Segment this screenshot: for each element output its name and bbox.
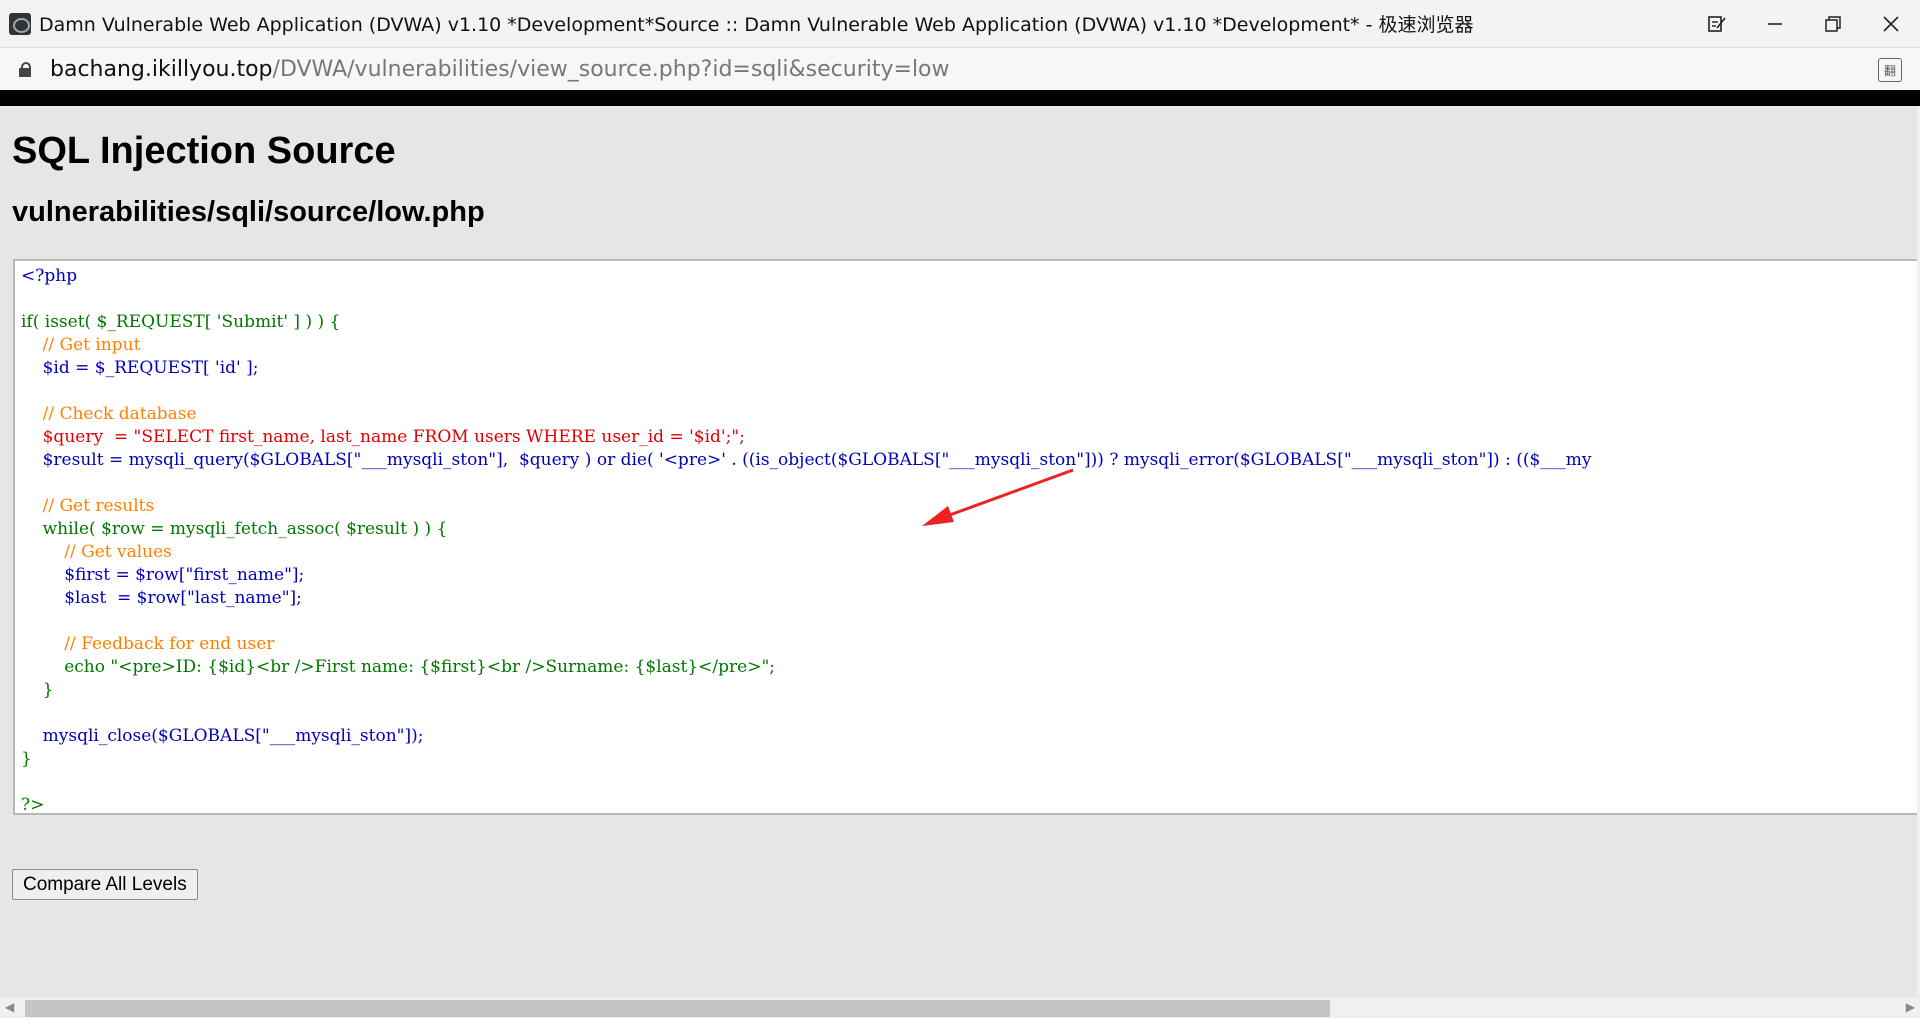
code-line: // Get results <box>21 496 155 516</box>
translate-icon[interactable]: 翻 <box>1878 58 1902 82</box>
compare-all-levels-button[interactable]: Compare All Levels <box>12 869 198 900</box>
code-line: if( isset( $_REQUEST[ 'Submit' ] ) ) { <box>21 312 341 332</box>
annotation-arrow <box>922 468 1074 526</box>
code-line: while( $row = mysqli_fetch_assoc( $resul… <box>21 519 448 539</box>
code-line: } <box>21 749 32 769</box>
minimize-button[interactable] <box>1746 0 1804 47</box>
url-text[interactable]: bachang.ikillyou.top/DVWA/vulnerabilitie… <box>50 57 950 82</box>
source-file-path: vulnerabilities/sqli/source/low.php <box>12 196 485 228</box>
url-host: bachang.ikillyou.top <box>50 56 273 82</box>
code-line-query: $query = "SELECT first_name, last_name F… <box>21 427 745 447</box>
scrollbar-thumb[interactable] <box>25 1000 1330 1017</box>
code-line: } <box>21 680 54 700</box>
page-title: SQL Injection Source <box>12 130 396 172</box>
scroll-right-icon[interactable]: ▶ <box>1906 1000 1915 1014</box>
code-line: // Get input <box>21 335 141 355</box>
code-line: $first = $row["first_name"]; <box>21 565 305 585</box>
code-line: mysqli_close($GLOBALS["___mysqli_ston"])… <box>21 726 424 746</box>
address-bar[interactable]: bachang.ikillyou.top/DVWA/vulnerabilitie… <box>0 48 1920 90</box>
code-line: $result = mysqli_query($GLOBALS["___mysq… <box>21 450 1592 470</box>
window-title: Damn Vulnerable Web Application (DVWA) v… <box>39 14 1474 36</box>
code-line: $last = $row["last_name"]; <box>21 588 302 608</box>
code-line: // Feedback for end user <box>21 634 275 654</box>
window-controls <box>1688 0 1920 47</box>
url-path: /DVWA/vulnerabilities/view_source.php?id… <box>272 56 950 82</box>
browser-logo-icon <box>9 12 31 35</box>
code-line: // Get values <box>21 542 172 562</box>
scroll-left-icon[interactable]: ◀ <box>5 1000 14 1014</box>
title-bar: Damn Vulnerable Web Application (DVWA) v… <box>0 0 1920 48</box>
code-line: echo "<pre>ID: {$id}<br />First name: {$… <box>21 657 775 677</box>
code-line: // Check database <box>21 404 197 424</box>
code-line: $id = $_REQUEST[ 'id' ]; <box>21 358 259 378</box>
source-code: <?php if( isset( $_REQUEST[ 'Submit' ] )… <box>21 265 1592 815</box>
horizontal-scrollbar[interactable]: ◀ ▶ <box>0 997 1920 1018</box>
restore-button[interactable] <box>1804 0 1862 47</box>
lock-icon <box>18 61 32 77</box>
close-button[interactable] <box>1862 0 1920 47</box>
page-content: SQL Injection Source vulnerabilities/sql… <box>0 106 1920 988</box>
code-line: <?php <box>21 266 78 286</box>
page-top-bar <box>0 90 1920 106</box>
edit-icon[interactable] <box>1688 0 1746 47</box>
source-code-box: <?php if( isset( $_REQUEST[ 'Submit' ] )… <box>13 259 1920 815</box>
code-line: ?> <box>21 795 45 815</box>
